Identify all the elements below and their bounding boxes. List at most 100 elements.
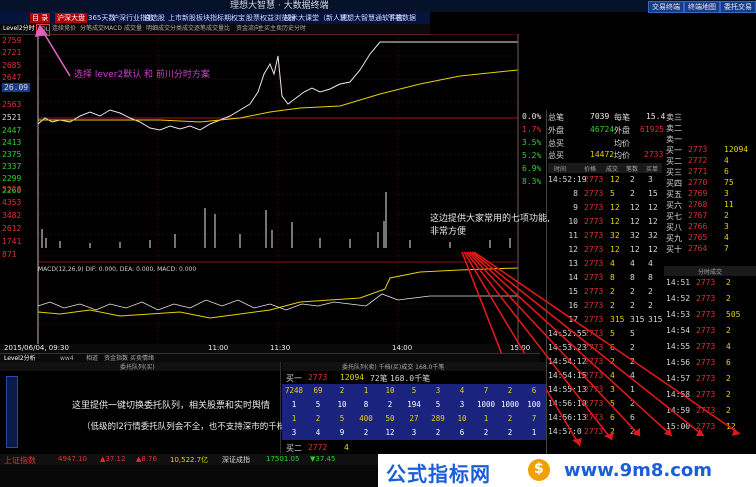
- tab-flow[interactable]: 资金流向: [236, 24, 260, 34]
- queue-cell: 7: [483, 386, 489, 395]
- trade-volume: 5: [610, 329, 615, 338]
- banner-url: www.9m8.com: [564, 460, 713, 481]
- queue-cell: 2: [507, 414, 513, 423]
- queue-cell: 1: [363, 386, 369, 395]
- order-trade-button[interactable]: 委托交易: [720, 1, 756, 13]
- side-trade-price: 2773: [696, 374, 716, 383]
- stat-label: 每笔: [614, 113, 630, 122]
- buy1-price: 2773: [308, 373, 328, 382]
- sz-index-name[interactable]: 深证成指: [222, 455, 250, 465]
- trade-count: 2: [630, 287, 635, 296]
- queue-cell: 7: [531, 414, 537, 423]
- sz-index-value: 17501.05: [266, 455, 300, 463]
- queue-cell: 3: [459, 400, 465, 409]
- queue-cell: 7248: [284, 386, 304, 395]
- tab-trades[interactable]: 逐笔成交: [194, 24, 218, 34]
- queue-cell: 27: [409, 414, 419, 423]
- side-trade-volume: 2: [726, 326, 731, 335]
- trade-time: 14:54:12: [548, 357, 587, 366]
- trade-count: 32: [630, 231, 640, 240]
- order-book-label: 卖二: [666, 124, 682, 133]
- intraday-chart[interactable]: [0, 34, 540, 352]
- queue-cell: 3: [291, 428, 297, 437]
- trade-time: 16: [568, 301, 578, 310]
- side-trade-volume: 2: [726, 278, 731, 287]
- trade-time: 14:53:23: [548, 343, 587, 352]
- side-switch-strip[interactable]: [6, 376, 18, 448]
- trade-price: 2773: [584, 413, 604, 422]
- trade-count: 12: [630, 203, 640, 212]
- tab-volume[interactable]: 成交量: [124, 24, 142, 34]
- stat-label: 外盘: [614, 126, 630, 135]
- trade-volume: 2: [610, 427, 615, 436]
- buy1-count: 72笔: [370, 374, 388, 383]
- tab-history[interactable]: 历史分时: [282, 24, 306, 34]
- queue-cell: 1: [483, 414, 489, 423]
- menu-item-download[interactable]: 下载数据: [388, 13, 416, 23]
- title-bar: 理想大智慧 · 大数据终端 交易终端 终端地图 委托交易: [0, 0, 756, 13]
- trade-count: 2: [630, 399, 635, 408]
- queue-grid[interactable]: 7248 69 2 1 10 5 3 4 7 2 6 1 5 10 8 2 194 5 3 1000 1000 100 1 2…: [282, 384, 546, 440]
- price-label: 2375: [2, 150, 22, 159]
- trade-count: 4: [630, 371, 635, 380]
- index-pct: ▲8.76: [136, 455, 157, 463]
- time-label: 11:30: [270, 344, 291, 352]
- tab-macd[interactable]: MACD: [104, 24, 122, 34]
- trade-volume: 3: [610, 385, 615, 394]
- order-book-price: 2771: [688, 167, 708, 176]
- trade-time: 12: [568, 245, 578, 254]
- index-change: ▲37.12: [100, 455, 126, 463]
- time-axis: 2015/06/04, 09:30 11:00 11:30 14:00 15:0…: [0, 344, 540, 353]
- trade-buy: 2: [648, 287, 653, 296]
- percent-label: 0.0%: [522, 112, 542, 121]
- order-book-label: 买二: [666, 157, 682, 166]
- side-trade-time: 14:58: [666, 390, 691, 399]
- menu-item-directory[interactable]: 目 录: [30, 13, 51, 23]
- queue-cell: 5: [339, 414, 345, 423]
- trade-buy: 32: [648, 231, 658, 240]
- trade-time: 10: [568, 217, 578, 226]
- menu-item-watchlist[interactable]: 自选股: [144, 13, 165, 23]
- menu-item-sector[interactable]: 板块指标: [196, 13, 224, 23]
- tab-detail[interactable]: 明细成交: [146, 24, 170, 34]
- side-trades-list[interactable]: 14:51 2773 2 14:52 2773 2 14:53 2773 505 14:54 277…: [664, 278, 756, 443]
- tab-continuous[interactable]: 连续竞价: [52, 24, 76, 34]
- tab-level2[interactable]: Level2分时: [3, 24, 35, 34]
- terminal-map-button[interactable]: 终端地图: [684, 1, 720, 13]
- trade-count: 2: [630, 175, 635, 184]
- price-label: 2521: [2, 113, 22, 122]
- price-label: 2647: [2, 73, 22, 82]
- tab-ratio[interactable]: 量比: [218, 24, 230, 34]
- menu-item-options[interactable]: 期权宝: [224, 13, 245, 23]
- order-book-price: 2769: [688, 189, 708, 198]
- menu-bar: 目 录 沪深大盘 365天数 沪深行业指数 自选股 上市新股 板块指标 期权宝 …: [0, 12, 430, 24]
- trade-price: 2773: [584, 217, 604, 226]
- buy2-label: 买二: [286, 444, 302, 453]
- current-price-label: 26.09: [2, 83, 31, 92]
- order-book-qty: 7: [724, 244, 729, 253]
- order-book-label: 买十: [666, 245, 682, 254]
- price-label: 2721: [2, 48, 22, 57]
- queue-cell: 5: [435, 400, 441, 409]
- tab-class[interactable]: 分类成交: [170, 24, 194, 34]
- order-book-qty: 75: [724, 178, 734, 187]
- trades-list[interactable]: 14:52:19 2773 12 2 3 8 2773 5 2 15 9 2773 12 12 12 10 27…: [548, 175, 662, 445]
- trades-header-buy: 买单: [646, 166, 659, 173]
- coin-icon: $: [528, 459, 550, 481]
- trade-count: 8: [630, 273, 635, 282]
- queue-buy2-row: 买二 2772 4: [282, 442, 546, 453]
- menu-item-market[interactable]: 沪深大盘: [55, 13, 87, 23]
- trade-count: 2: [630, 343, 635, 352]
- side-trades-header: 分时成交: [664, 266, 756, 276]
- index-amount: 10,522.7亿: [170, 456, 209, 464]
- menu-item-ipo[interactable]: 上市新股: [168, 13, 196, 23]
- buy1-qty: 12094: [340, 373, 365, 382]
- tab-buysell[interactable]: 主买主卖: [258, 24, 282, 34]
- trade-terminal-button[interactable]: 交易终端: [648, 1, 684, 13]
- queue-right-header-bar: 委托队列(卖) 千档(买)成交 168.0千笔: [282, 362, 546, 371]
- side-trade-volume: 2: [726, 406, 731, 415]
- percent-label: 6.9%: [522, 164, 542, 173]
- tab-ticks[interactable]: 分笔成交: [80, 24, 104, 34]
- annotation-seven-functions: 这边提供大家常用的七项功能,: [430, 214, 550, 224]
- stat-label: 均价: [614, 151, 630, 160]
